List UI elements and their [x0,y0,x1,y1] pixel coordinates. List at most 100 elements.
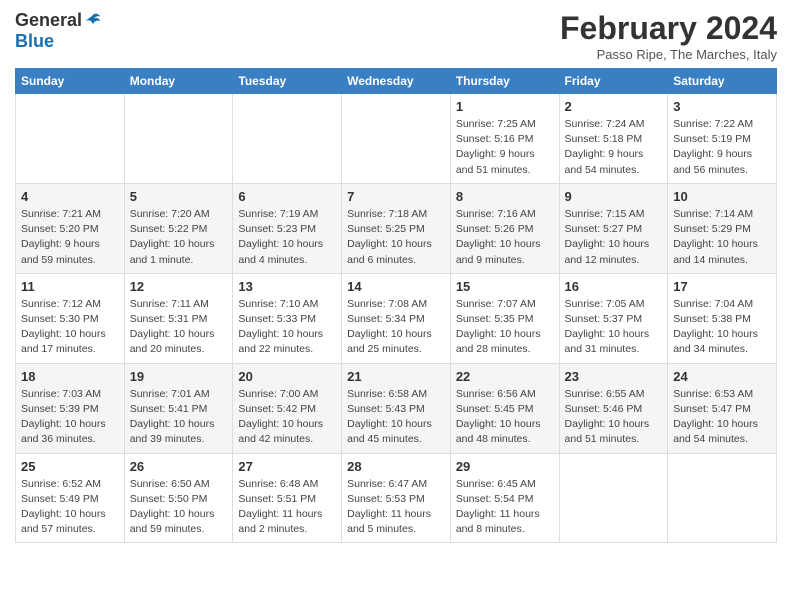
day-info: Sunrise: 7:12 AMSunset: 5:30 PMDaylight:… [21,297,119,358]
month-title: February 2024 [560,10,777,47]
day-number: 16 [565,279,663,294]
column-header-wednesday: Wednesday [342,69,451,94]
day-number: 14 [347,279,445,294]
day-info: Sunrise: 7:20 AMSunset: 5:22 PMDaylight:… [130,207,228,268]
day-info: Sunrise: 6:48 AMSunset: 5:51 PMDaylight:… [238,477,336,538]
calendar-cell: 10 Sunrise: 7:14 AMSunset: 5:29 PMDayligh… [668,183,777,273]
logo-general-text: General [15,10,82,31]
day-info: Sunrise: 7:16 AMSunset: 5:26 PMDaylight:… [456,207,554,268]
calendar-cell: 9 Sunrise: 7:15 AMSunset: 5:27 PMDaylight… [559,183,668,273]
column-header-saturday: Saturday [668,69,777,94]
page-header: General Blue February 2024 Passo Ripe, T… [15,10,777,62]
day-info: Sunrise: 6:56 AMSunset: 5:45 PMDaylight:… [456,387,554,448]
calendar-cell: 26 Sunrise: 6:50 AMSunset: 5:50 PMDayligh… [124,453,233,543]
day-info: Sunrise: 7:15 AMSunset: 5:27 PMDaylight:… [565,207,663,268]
day-number: 26 [130,459,228,474]
calendar-cell: 2 Sunrise: 7:24 AMSunset: 5:18 PMDaylight… [559,94,668,184]
calendar-cell: 3 Sunrise: 7:22 AMSunset: 5:19 PMDaylight… [668,94,777,184]
calendar-cell: 18 Sunrise: 7:03 AMSunset: 5:39 PMDayligh… [16,363,125,453]
day-number: 18 [21,369,119,384]
day-info: Sunrise: 6:50 AMSunset: 5:50 PMDaylight:… [130,477,228,538]
calendar-cell [559,453,668,543]
day-number: 5 [130,189,228,204]
calendar-cell: 25 Sunrise: 6:52 AMSunset: 5:49 PMDayligh… [16,453,125,543]
calendar-week-row: 18 Sunrise: 7:03 AMSunset: 5:39 PMDayligh… [16,363,777,453]
calendar-cell: 5 Sunrise: 7:20 AMSunset: 5:22 PMDaylight… [124,183,233,273]
day-number: 2 [565,99,663,114]
day-info: Sunrise: 7:11 AMSunset: 5:31 PMDaylight:… [130,297,228,358]
day-info: Sunrise: 6:53 AMSunset: 5:47 PMDaylight:… [673,387,771,448]
column-header-thursday: Thursday [450,69,559,94]
day-number: 19 [130,369,228,384]
day-number: 7 [347,189,445,204]
calendar-cell: 19 Sunrise: 7:01 AMSunset: 5:41 PMDayligh… [124,363,233,453]
day-number: 11 [21,279,119,294]
day-number: 15 [456,279,554,294]
day-number: 25 [21,459,119,474]
calendar-table: SundayMondayTuesdayWednesdayThursdayFrid… [15,68,777,543]
calendar-cell: 28Sunrise: 6:47 AMSunset: 5:53 PMDayligh… [342,453,451,543]
column-header-monday: Monday [124,69,233,94]
calendar-cell: 20 Sunrise: 7:00 AMSunset: 5:42 PMDayligh… [233,363,342,453]
calendar-cell [16,94,125,184]
day-info: Sunrise: 7:01 AMSunset: 5:41 PMDaylight:… [130,387,228,448]
day-info: Sunrise: 7:22 AMSunset: 5:19 PMDaylight:… [673,117,771,178]
day-number: 20 [238,369,336,384]
day-number: 12 [130,279,228,294]
column-header-friday: Friday [559,69,668,94]
day-info: Sunrise: 7:24 AMSunset: 5:18 PMDaylight:… [565,117,663,178]
column-header-tuesday: Tuesday [233,69,342,94]
day-info: Sunrise: 7:03 AMSunset: 5:39 PMDaylight:… [21,387,119,448]
calendar-cell: 6 Sunrise: 7:19 AMSunset: 5:23 PMDaylight… [233,183,342,273]
calendar-cell: 8 Sunrise: 7:16 AMSunset: 5:26 PMDaylight… [450,183,559,273]
calendar-header-row: SundayMondayTuesdayWednesdayThursdayFrid… [16,69,777,94]
calendar-cell: 13 Sunrise: 7:10 AMSunset: 5:33 PMDayligh… [233,273,342,363]
day-info: Sunrise: 7:08 AMSunset: 5:34 PMDaylight:… [347,297,445,358]
day-info: Sunrise: 7:21 AMSunset: 5:20 PMDaylight:… [21,207,119,268]
calendar-cell [342,94,451,184]
calendar-cell: 14 Sunrise: 7:08 AMSunset: 5:34 PMDayligh… [342,273,451,363]
day-info: Sunrise: 7:14 AMSunset: 5:29 PMDaylight:… [673,207,771,268]
calendar-week-row: 4Sunrise: 7:21 AMSunset: 5:20 PMDaylight… [16,183,777,273]
calendar-cell: 27 Sunrise: 6:48 AMSunset: 5:51 PMDayligh… [233,453,342,543]
calendar-cell: 16 Sunrise: 7:05 AMSunset: 5:37 PMDayligh… [559,273,668,363]
calendar-cell: 12 Sunrise: 7:11 AMSunset: 5:31 PMDayligh… [124,273,233,363]
day-info: Sunrise: 6:52 AMSunset: 5:49 PMDaylight:… [21,477,119,538]
day-info: Sunrise: 7:18 AMSunset: 5:25 PMDaylight:… [347,207,445,268]
day-number: 29 [456,459,554,474]
day-number: 9 [565,189,663,204]
day-info: Sunrise: 7:00 AMSunset: 5:42 PMDaylight:… [238,387,336,448]
day-number: 24 [673,369,771,384]
day-info: Sunrise: 7:25 AMSunset: 5:16 PMDaylight:… [456,117,554,178]
day-number: 10 [673,189,771,204]
day-info: Sunrise: 7:07 AMSunset: 5:35 PMDaylight:… [456,297,554,358]
calendar-cell: 1Sunrise: 7:25 AMSunset: 5:16 PMDaylight… [450,94,559,184]
day-number: 27 [238,459,336,474]
day-number: 17 [673,279,771,294]
logo: General Blue [15,10,102,52]
location-text: Passo Ripe, The Marches, Italy [560,47,777,62]
day-info: Sunrise: 7:19 AMSunset: 5:23 PMDaylight:… [238,207,336,268]
logo-bird-icon [84,12,102,30]
day-info: Sunrise: 7:10 AMSunset: 5:33 PMDaylight:… [238,297,336,358]
calendar-cell: 17 Sunrise: 7:04 AMSunset: 5:38 PMDayligh… [668,273,777,363]
column-header-sunday: Sunday [16,69,125,94]
day-number: 21 [347,369,445,384]
calendar-cell: 4Sunrise: 7:21 AMSunset: 5:20 PMDaylight… [16,183,125,273]
day-number: 3 [673,99,771,114]
day-info: Sunrise: 6:47 AMSunset: 5:53 PMDaylight:… [347,477,445,538]
day-info: Sunrise: 7:05 AMSunset: 5:37 PMDaylight:… [565,297,663,358]
day-number: 13 [238,279,336,294]
day-info: Sunrise: 6:45 AMSunset: 5:54 PMDaylight:… [456,477,554,538]
calendar-cell: 21Sunrise: 6:58 AMSunset: 5:43 PMDayligh… [342,363,451,453]
calendar-cell: 11 Sunrise: 7:12 AMSunset: 5:30 PMDayligh… [16,273,125,363]
calendar-cell: 29 Sunrise: 6:45 AMSunset: 5:54 PMDayligh… [450,453,559,543]
day-number: 23 [565,369,663,384]
logo-blue-text: Blue [15,31,54,52]
day-number: 8 [456,189,554,204]
day-number: 22 [456,369,554,384]
day-info: Sunrise: 7:04 AMSunset: 5:38 PMDaylight:… [673,297,771,358]
day-number: 6 [238,189,336,204]
calendar-cell: 15 Sunrise: 7:07 AMSunset: 5:35 PMDayligh… [450,273,559,363]
calendar-cell: 22 Sunrise: 6:56 AMSunset: 5:45 PMDayligh… [450,363,559,453]
